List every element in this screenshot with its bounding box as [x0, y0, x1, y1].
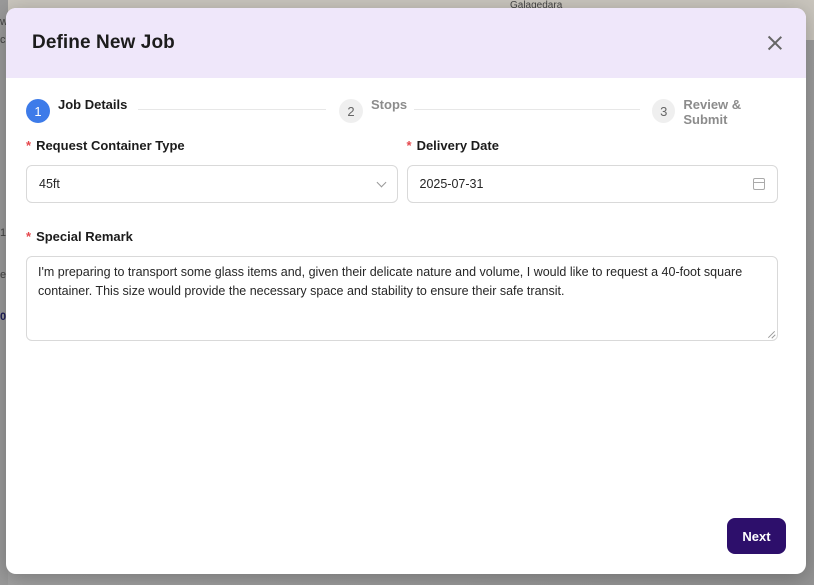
- resize-handle-icon[interactable]: [767, 330, 775, 338]
- required-marker: *: [406, 138, 412, 153]
- step-review-submit[interactable]: 3 Review & Submit: [652, 97, 786, 127]
- field-label: * Delivery Date: [407, 138, 779, 153]
- stepper: 1 Job Details 2 Stops 3 Review & Submit: [26, 97, 786, 138]
- required-marker: *: [26, 138, 32, 153]
- container-type-select[interactable]: 45ft: [26, 165, 398, 203]
- special-remark-textarea[interactable]: I'm preparing to transport some glass it…: [26, 256, 778, 341]
- calendar-icon: [753, 178, 765, 190]
- chevron-down-icon: [376, 177, 386, 187]
- step-number: 3: [652, 99, 676, 123]
- close-icon[interactable]: [764, 32, 786, 54]
- required-marker: *: [26, 229, 32, 244]
- step-connector: [138, 109, 326, 110]
- container-type-field: * Request Container Type 45ft: [26, 138, 398, 203]
- step-label: Stops: [371, 97, 408, 112]
- modal-header: Define New Job: [6, 8, 806, 78]
- background-fragment: c: [0, 34, 6, 46]
- step-number: 2: [339, 99, 363, 123]
- delivery-date-label: Delivery Date: [416, 138, 499, 153]
- modal-title: Define New Job: [32, 32, 175, 53]
- container-type-value: 45ft: [39, 177, 60, 191]
- special-remark-label: Special Remark: [36, 229, 133, 244]
- form-row: * Request Container Type 45ft * Delivery D…: [6, 138, 806, 203]
- next-button[interactable]: Next: [727, 518, 786, 554]
- field-label: * Special Remark: [26, 229, 778, 244]
- step-label: Job Details: [58, 97, 128, 112]
- define-job-modal: Define New Job 1 Job Details 2 Stops 3 R…: [6, 8, 806, 574]
- delivery-date-value: 2025-07-31: [419, 177, 484, 191]
- container-type-label: Request Container Type: [36, 138, 185, 153]
- delivery-date-picker[interactable]: 2025-07-31: [406, 165, 778, 203]
- step-number: 1: [26, 99, 50, 123]
- step-stops[interactable]: 2 Stops: [339, 97, 408, 123]
- delivery-date-field: * Delivery Date 2025-07-31: [406, 138, 779, 203]
- step-connector: [414, 109, 640, 110]
- special-remark-value: I'm preparing to transport some glass it…: [38, 265, 743, 298]
- step-job-details[interactable]: 1 Job Details: [26, 97, 128, 123]
- step-label: Review & Submit: [683, 97, 742, 127]
- field-label: * Request Container Type: [26, 138, 398, 153]
- special-remark-field: * Special Remark I'm preparing to transpo…: [6, 203, 806, 341]
